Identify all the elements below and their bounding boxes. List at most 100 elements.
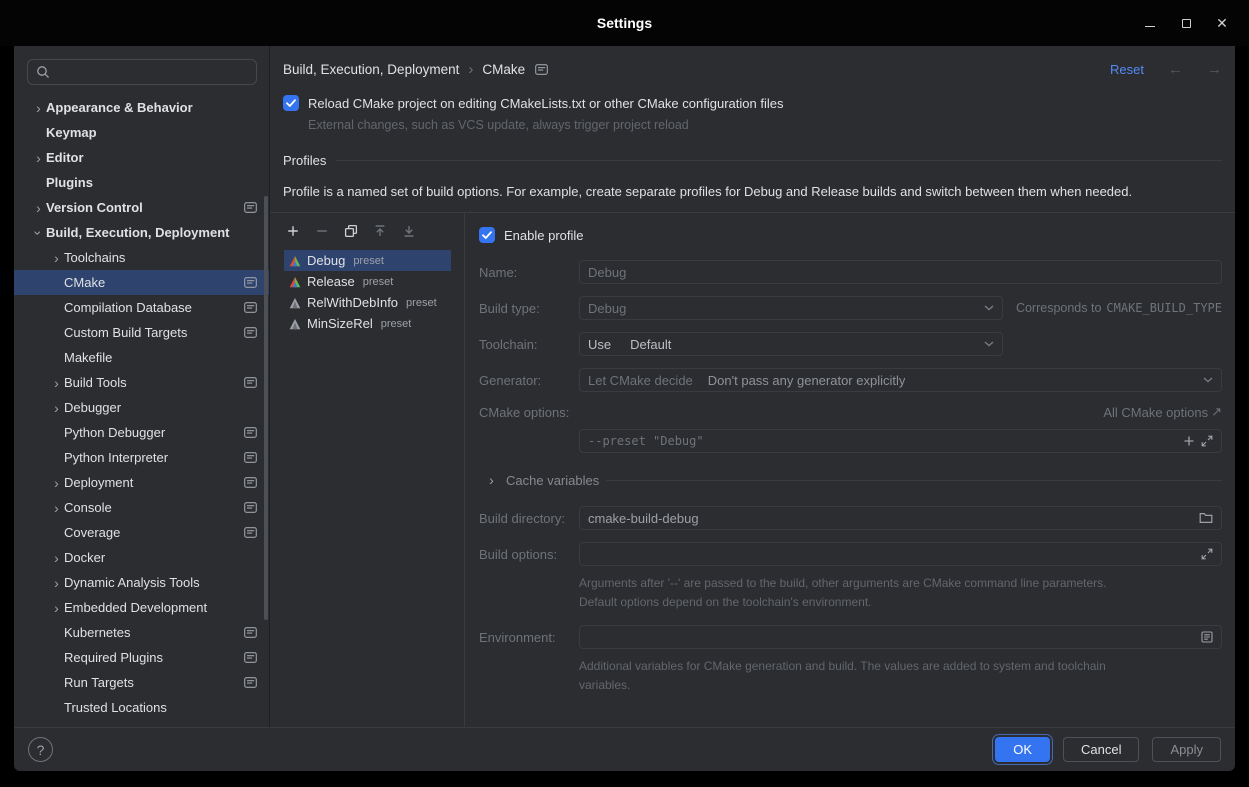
sidebar-item-editor[interactable]: ›Editor <box>14 145 269 170</box>
sidebar-item-keymap[interactable]: Keymap <box>14 120 269 145</box>
build-options-field[interactable] <box>579 542 1222 566</box>
chevron-spacer <box>49 275 64 291</box>
sidebar-item-embedded-development[interactable]: ›Embedded Development <box>14 595 269 620</box>
environment-field[interactable] <box>579 625 1222 649</box>
add-icon[interactable] <box>1183 435 1195 447</box>
settings-search-box[interactable] <box>27 59 257 85</box>
sidebar-item-python-debugger[interactable]: Python Debugger <box>14 420 269 445</box>
sidebar-item-label: Trusted Locations <box>64 700 167 715</box>
sidebar-item-label: Dynamic Analysis Tools <box>64 575 200 590</box>
reset-link[interactable]: Reset <box>1110 62 1144 77</box>
profile-item-minsizerel[interactable]: MinSizeRelpreset <box>284 313 451 334</box>
toolchain-select[interactable]: Use Default <box>579 332 1003 356</box>
cmake-build-type-code: CMAKE_BUILD_TYPE <box>1106 301 1222 315</box>
sidebar-item-plugins[interactable]: Plugins <box>14 170 269 195</box>
profile-tag: preset <box>381 318 412 330</box>
search-input[interactable] <box>56 65 248 80</box>
sidebar-item-makefile[interactable]: Makefile <box>14 345 269 370</box>
chevron-right-icon[interactable]: › <box>49 500 64 516</box>
build-type-select[interactable]: Debug <box>579 296 1003 320</box>
sidebar-item-cmake[interactable]: CMake <box>14 270 269 295</box>
sidebar-item-build-execution-deployment[interactable]: ›Build, Execution, Deployment <box>14 220 269 245</box>
forward-icon[interactable]: → <box>1207 61 1222 78</box>
copy-icon[interactable] <box>344 224 358 238</box>
build-directory-field[interactable]: cmake-build-debug <box>579 506 1222 530</box>
sidebar-item-console[interactable]: ›Console <box>14 495 269 520</box>
sidebar-item-trusted-locations[interactable]: Trusted Locations <box>14 695 269 720</box>
sidebar-item-docker[interactable]: ›Docker <box>14 545 269 570</box>
apply-button[interactable]: Apply <box>1152 737 1221 762</box>
chevron-down-icon[interactable]: › <box>31 225 47 240</box>
chevron-right-icon[interactable]: › <box>49 575 64 591</box>
close-button[interactable]: ✕ <box>1215 16 1229 30</box>
chevron-right-icon[interactable]: › <box>31 150 46 166</box>
sidebar-scrollbar[interactable] <box>264 196 268 620</box>
chevron-right-icon[interactable]: › <box>31 200 46 216</box>
folder-icon[interactable] <box>1199 512 1213 524</box>
maximize-button[interactable] <box>1179 16 1193 30</box>
sidebar-item-kubernetes[interactable]: Kubernetes <box>14 620 269 645</box>
chevron-right-icon[interactable]: › <box>49 600 64 616</box>
chevron-right-icon[interactable]: › <box>49 250 64 266</box>
chevron-right-icon[interactable]: › <box>49 550 64 566</box>
all-cmake-options-link[interactable]: All CMake options ↗ <box>1103 404 1222 420</box>
minimize-button[interactable] <box>1143 16 1157 30</box>
sidebar-item-run-targets[interactable]: Run Targets <box>14 670 269 695</box>
sidebar-item-label: Required Plugins <box>64 650 163 665</box>
sidebar-item-label: Editor <box>46 150 84 165</box>
sidebar-item-python-interpreter[interactable]: Python Interpreter <box>14 445 269 470</box>
generator-select[interactable]: Let CMake decide Don't pass any generato… <box>579 368 1222 392</box>
expand-icon[interactable] <box>1201 435 1213 447</box>
chevron-right-icon[interactable]: › <box>49 475 64 491</box>
sidebar-item-label: Python Interpreter <box>64 450 168 465</box>
chevron-right-icon[interactable]: › <box>31 100 46 116</box>
profile-item-release[interactable]: Releasepreset <box>284 271 451 292</box>
remove-icon[interactable] <box>315 224 329 238</box>
breadcrumb-segment-cmake[interactable]: CMake <box>482 62 525 77</box>
profile-item-relwithdebinfo[interactable]: RelWithDebInfopreset <box>284 292 451 313</box>
chevron-down-icon[interactable] <box>1203 377 1213 383</box>
name-field[interactable] <box>579 260 1222 284</box>
sidebar-item-toolchains[interactable]: ›Toolchains <box>14 245 269 270</box>
cache-variables-toggle[interactable]: › Cache variables <box>479 472 1222 488</box>
cancel-button[interactable]: Cancel <box>1063 737 1139 762</box>
profile-item-debug[interactable]: Debugpreset <box>284 250 451 271</box>
back-icon[interactable]: ← <box>1168 61 1183 78</box>
sidebar-item-debugger[interactable]: ›Debugger <box>14 395 269 420</box>
sidebar-item-label: Coverage <box>64 525 120 540</box>
variables-icon[interactable] <box>1201 631 1213 643</box>
sidebar-item-appearance-behavior[interactable]: ›Appearance & Behavior <box>14 95 269 120</box>
toolchain-label: Toolchain: <box>479 337 579 352</box>
profile-list-pane: DebugpresetReleasepresetRelWithDebInfopr… <box>270 213 465 727</box>
sidebar-item-version-control[interactable]: ›Version Control <box>14 195 269 220</box>
chevron-spacer <box>49 700 64 716</box>
sidebar-item-custom-build-targets[interactable]: Custom Build Targets <box>14 320 269 345</box>
sidebar-item-dynamic-analysis-tools[interactable]: ›Dynamic Analysis Tools <box>14 570 269 595</box>
move-down-icon[interactable] <box>402 224 416 238</box>
sidebar-item-build-tools[interactable]: ›Build Tools <box>14 370 269 395</box>
cmake-options-field[interactable]: --preset "Debug" <box>579 429 1222 453</box>
sidebar-item-label: Custom Build Targets <box>64 325 187 340</box>
chevron-right-icon[interactable]: › <box>49 375 64 391</box>
sidebar-item-label: Kubernetes <box>64 625 131 640</box>
profiles-description: Profile is a named set of build options.… <box>283 184 1222 199</box>
breadcrumb-segment-build-execution-deployment[interactable]: Build, Execution, Deployment <box>283 62 459 77</box>
enable-profile-checkbox[interactable] <box>479 227 495 243</box>
ok-button[interactable]: OK <box>995 737 1050 762</box>
add-icon[interactable] <box>286 224 300 238</box>
name-input[interactable] <box>588 265 1213 280</box>
chevron-right-icon[interactable]: › <box>49 400 64 416</box>
chevron-down-icon[interactable] <box>984 341 994 347</box>
sidebar-item-compilation-database[interactable]: Compilation Database <box>14 295 269 320</box>
profiles-editor: DebugpresetReleasepresetRelWithDebInfopr… <box>270 212 1235 727</box>
sidebar-item-label: Keymap <box>46 125 97 140</box>
sidebar-item-deployment[interactable]: ›Deployment <box>14 470 269 495</box>
expand-icon[interactable] <box>1201 548 1213 560</box>
help-button[interactable]: ? <box>28 737 53 762</box>
check-icon <box>482 231 492 239</box>
sidebar-item-coverage[interactable]: Coverage <box>14 520 269 545</box>
move-up-icon[interactable] <box>373 224 387 238</box>
sidebar-item-required-plugins[interactable]: Required Plugins <box>14 645 269 670</box>
reload-cmake-checkbox[interactable] <box>283 95 299 111</box>
chevron-down-icon[interactable] <box>984 305 994 311</box>
